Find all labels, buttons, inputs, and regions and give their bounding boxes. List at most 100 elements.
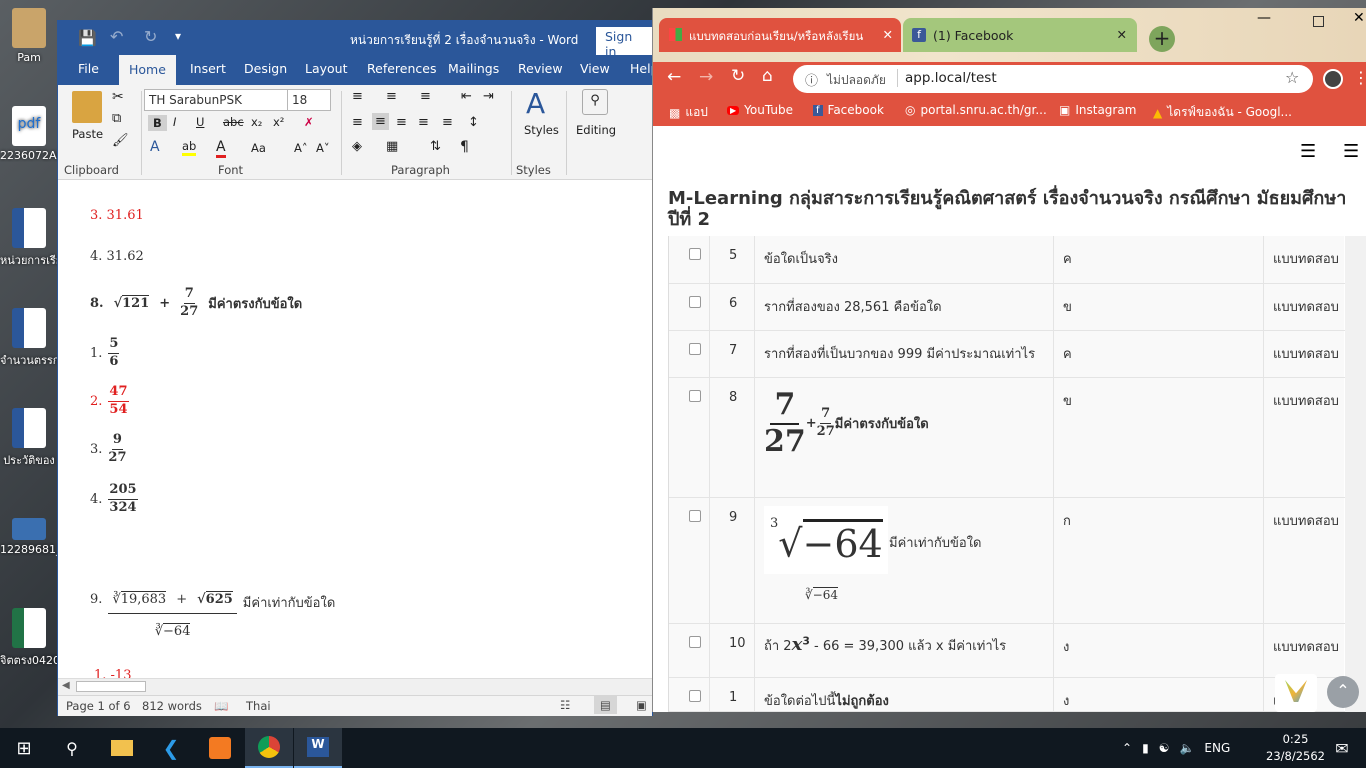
xampp-icon[interactable]	[196, 728, 244, 768]
row-checkbox[interactable]	[689, 510, 701, 522]
file-explorer-icon[interactable]	[98, 728, 146, 768]
row-checkbox[interactable]	[689, 248, 701, 260]
read-mode-icon[interactable]: ☷	[560, 698, 570, 712]
find-icon[interactable]: ⚲	[582, 89, 608, 115]
bookmark-drive[interactable]: ▲ ไดรฟ์ของฉัน - Googl...	[1153, 103, 1292, 122]
tab-home[interactable]: Home	[119, 55, 176, 85]
page-count[interactable]: Page 1 of 6	[66, 699, 131, 713]
format-painter-icon[interactable]: 🖌	[112, 133, 129, 148]
word-count[interactable]: 812 words	[142, 699, 202, 713]
italic-button[interactable]: I	[173, 115, 176, 129]
tab-test-page[interactable]: แบบทดสอบก่อนเรียน/หรือหลังเรียน ✕	[659, 18, 901, 52]
bookmark-instagram[interactable]: ▣ Instagram	[1059, 103, 1136, 117]
align-left-icon[interactable]: ≡	[352, 115, 363, 130]
underline-button[interactable]: U	[196, 115, 204, 129]
row-checkbox[interactable]	[689, 390, 701, 402]
row-checkbox[interactable]	[689, 296, 701, 308]
hamburger-icon-2[interactable]: ☰	[1343, 141, 1359, 162]
borders-icon[interactable]: ▦	[386, 139, 398, 154]
editing-button[interactable]: Editing	[576, 123, 616, 137]
line-spacing-icon[interactable]: ↕	[468, 115, 479, 130]
tab-mailings[interactable]: Mailings	[448, 61, 499, 76]
shading-icon[interactable]: ◈	[352, 139, 362, 154]
tab-view[interactable]: View	[580, 61, 610, 76]
omnibox[interactable]: ⓘ ไม่ปลอดภัย app.local/test ☆	[793, 65, 1313, 93]
increase-indent-icon[interactable]: ⇥	[483, 89, 494, 104]
close-window-icon[interactable]: ✕	[1353, 10, 1365, 26]
menu-icon[interactable]: ⋮	[1353, 68, 1366, 87]
hamburger-icon[interactable]: ☰	[1300, 141, 1316, 162]
row-checkbox[interactable]	[689, 343, 701, 355]
change-case-icon[interactable]: Aa	[251, 141, 266, 155]
desktop-icon-word-doc-1[interactable]: หน่วยการเรียนรู้ที่ 2 เรื่องจำนวน	[0, 208, 58, 269]
redo-icon[interactable]: ↻	[144, 27, 157, 46]
desktop-icon-word-doc-3[interactable]: ประวัติของ	[0, 408, 58, 469]
vscode-icon[interactable]: ❮	[147, 728, 195, 768]
search-icon[interactable]: ⚲	[48, 728, 96, 768]
language-indicator[interactable]: ENG	[1204, 741, 1230, 755]
desktop-icon-user[interactable]: Pam	[0, 8, 58, 64]
scroll-thumb[interactable]	[76, 681, 146, 692]
distributed-icon[interactable]: ≡	[442, 115, 453, 130]
align-center-icon[interactable]: ≡	[372, 113, 389, 130]
row-checkbox[interactable]	[689, 690, 701, 702]
scroll-top-icon[interactable]: ⌃	[1327, 676, 1359, 708]
font-color-icon[interactable]: A	[216, 139, 226, 158]
new-tab-icon[interactable]: +	[1149, 26, 1175, 52]
battery-icon[interactable]: ▮	[1142, 741, 1149, 755]
minimize-icon[interactable]: —	[1257, 10, 1271, 26]
font-size-combo[interactable]: 18	[287, 89, 331, 111]
back-icon[interactable]: ←	[667, 67, 681, 87]
proofing-icon[interactable]: 📖	[214, 699, 228, 713]
tab-facebook[interactable]: f (1) Facebook ✕	[903, 18, 1137, 52]
word-icon[interactable]: W	[294, 728, 342, 768]
clear-formatting-icon[interactable]: ✗	[304, 115, 314, 129]
copy-icon[interactable]: ⧉	[112, 111, 121, 126]
forward-icon[interactable]: →	[699, 67, 713, 87]
text-effects-icon[interactable]: A	[150, 139, 160, 155]
maximize-icon[interactable]	[1313, 16, 1324, 27]
shrink-font-icon[interactable]: A˅	[316, 141, 330, 155]
multilevel-list-icon[interactable]: ≡	[420, 89, 431, 104]
desktop-icon-word-doc-2[interactable]: จำนวนตรรกยะและอตรรก	[0, 308, 58, 369]
document-canvas[interactable]: 3. 31.61 4. 31.62 8. √121 + 7 27 มีค่าตรง…	[58, 180, 652, 678]
bookmark-facebook[interactable]: f Facebook	[813, 103, 884, 117]
clock[interactable]: 0:25 23/8/2562	[1266, 731, 1325, 765]
bookmark-star-icon[interactable]: ☆	[1285, 68, 1299, 87]
profile-avatar[interactable]	[1323, 69, 1343, 89]
numbering-icon[interactable]: ≡	[386, 89, 397, 104]
styles-icon[interactable]: A	[526, 87, 545, 120]
row-checkbox[interactable]	[689, 636, 701, 648]
bookmark-portal[interactable]: ◎ portal.snru.ac.th/gr...	[905, 103, 1047, 117]
justify-icon[interactable]: ≡	[418, 115, 429, 130]
bookmark-apps[interactable]: ▩ แอป	[669, 103, 708, 122]
horizontal-scrollbar[interactable]: ◀	[58, 678, 652, 695]
cut-icon[interactable]: ✂	[112, 89, 124, 105]
bullets-icon[interactable]: ≡	[352, 89, 363, 104]
web-layout-icon[interactable]: ▣	[636, 698, 647, 712]
close-tab-icon[interactable]: ✕	[883, 27, 893, 42]
tab-insert[interactable]: Insert	[190, 61, 226, 76]
close-tab-icon[interactable]: ✕	[1117, 27, 1127, 42]
decrease-indent-icon[interactable]: ⇤	[461, 89, 472, 104]
bold-button[interactable]: B	[148, 115, 167, 131]
page-scrollbar[interactable]	[1345, 236, 1366, 712]
customize-qat-icon[interactable]: ▾	[175, 29, 181, 43]
print-layout-icon[interactable]: ▤	[594, 696, 617, 714]
align-right-icon[interactable]: ≡	[396, 115, 407, 130]
tab-layout[interactable]: Layout	[305, 61, 348, 76]
subscript-button[interactable]: x₂	[251, 115, 262, 129]
save-icon[interactable]: 💾	[78, 29, 97, 47]
wifi-icon[interactable]: ☯	[1159, 741, 1170, 755]
font-name-combo[interactable]: TH SarabunPSK	[144, 89, 288, 111]
bookmark-youtube[interactable]: ▶ YouTube	[727, 103, 793, 117]
desktop-icon-image[interactable]: 12289681_	[0, 518, 58, 556]
desktop-icon-pdf[interactable]: pdf 2236072AI	[0, 106, 58, 162]
language-indicator[interactable]: Thai	[246, 699, 271, 713]
tab-file[interactable]: File	[78, 61, 99, 76]
superscript-button[interactable]: x²	[273, 115, 284, 129]
styles-button[interactable]: Styles	[524, 123, 559, 137]
tab-review[interactable]: Review	[518, 61, 563, 76]
show-hidden-icon[interactable]: ⌃	[1122, 741, 1132, 755]
url-text[interactable]: app.local/test	[905, 70, 997, 86]
